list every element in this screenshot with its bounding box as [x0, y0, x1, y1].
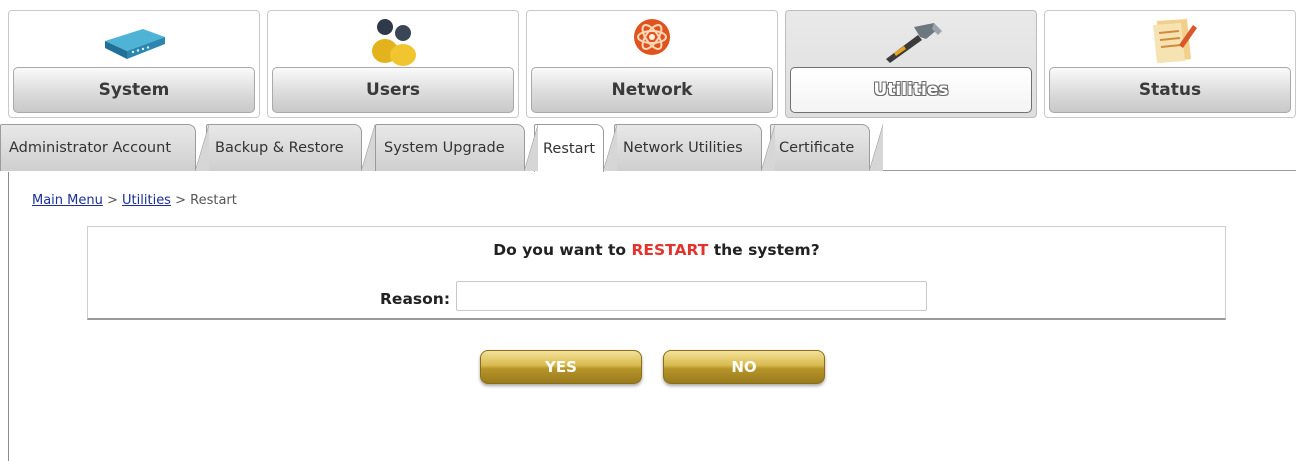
tab-system-upgrade[interactable]: System Upgrade — [375, 124, 538, 171]
no-button[interactable]: NO — [663, 350, 825, 384]
breadcrumb: Main Menu > Utilities > Restart — [32, 193, 237, 208]
nav-users[interactable]: Users — [267, 10, 519, 118]
restart-question: Do you want to RESTART the system? — [88, 241, 1225, 259]
question-highlight: RESTART — [631, 241, 709, 259]
restart-dialog: Do you want to RESTART the system? Reaso… — [87, 226, 1226, 320]
tab-administrator-account[interactable]: Administrator Account — [0, 124, 209, 171]
router-icon — [105, 29, 165, 59]
sub-tabs: Administrator Account Backup & Restore S… — [0, 124, 1296, 172]
nav-utilities[interactable]: Utilities — [785, 10, 1037, 118]
tab-restart[interactable]: Restart — [534, 124, 617, 172]
nav-users-label[interactable]: Users — [272, 67, 514, 113]
tab-network-utilities[interactable]: Network Utilities — [614, 124, 775, 171]
tab-backup-restore[interactable]: Backup & Restore — [206, 124, 375, 171]
tab-label: Certificate — [779, 140, 855, 156]
question-suffix: the system? — [708, 241, 820, 259]
nav-system-label[interactable]: System — [13, 67, 255, 113]
content-left-border — [8, 172, 9, 461]
reason-label: Reason: — [380, 290, 451, 308]
tab-label: Backup & Restore — [215, 140, 344, 156]
breadcrumb-separator: > — [102, 193, 123, 208]
tab-certificate[interactable]: Certificate — [770, 124, 883, 171]
breadcrumb-main-menu-link[interactable]: Main Menu — [32, 193, 103, 208]
network-icon — [634, 19, 670, 55]
nav-utilities-label[interactable]: Utilities — [790, 67, 1032, 113]
tab-label: System Upgrade — [384, 140, 505, 156]
yes-button[interactable]: YES — [480, 350, 642, 384]
question-prefix: Do you want to — [493, 241, 632, 259]
nav-status-label[interactable]: Status — [1049, 67, 1291, 113]
tab-label: Network Utilities — [623, 140, 743, 156]
top-navigation: System Users Network Utilities Status — [0, 0, 1296, 120]
hammer-icon — [886, 23, 942, 63]
nav-network[interactable]: Network — [526, 10, 778, 118]
nav-status[interactable]: Status — [1044, 10, 1296, 118]
notepad-icon — [1153, 19, 1197, 63]
nav-system[interactable]: System — [8, 10, 260, 118]
breadcrumb-current: Restart — [190, 193, 237, 208]
users-icon — [372, 19, 416, 66]
tab-label: Administrator Account — [9, 140, 171, 156]
nav-network-label[interactable]: Network — [531, 67, 773, 113]
breadcrumb-utilities-link[interactable]: Utilities — [122, 193, 171, 208]
breadcrumb-separator: > — [170, 193, 191, 208]
tab-label: Restart — [543, 140, 596, 157]
reason-input[interactable] — [456, 281, 927, 311]
